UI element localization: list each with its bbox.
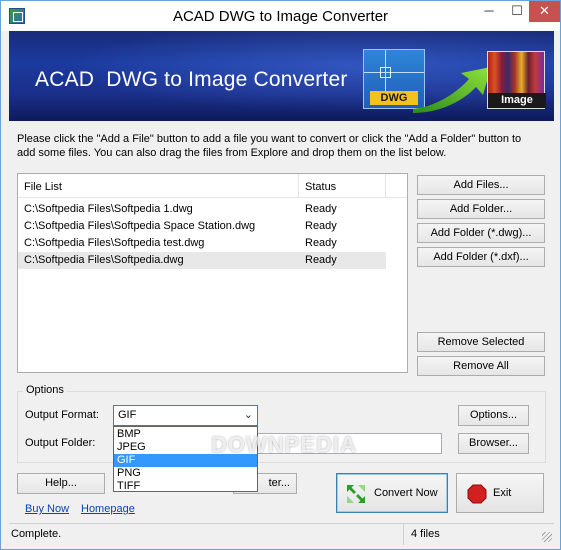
file-status: Ready (305, 203, 337, 215)
image-file-icon: Image (487, 51, 546, 109)
add-folder-dwg-button[interactable]: Add Folder (*.dwg)... (417, 223, 545, 243)
file-list-header: File List Status (18, 174, 407, 198)
close-button[interactable]: ✕ (529, 1, 560, 22)
remove-all-button[interactable]: Remove All (417, 356, 545, 376)
file-status: Ready (305, 237, 337, 249)
output-folder-label: Output Folder: (25, 437, 96, 449)
stop-sign-icon (467, 484, 487, 504)
convert-arrows-icon (347, 485, 365, 503)
status-bar: Complete. 4 files (9, 523, 554, 545)
options-button[interactable]: Options... (458, 405, 529, 426)
status-text: Complete. (9, 524, 404, 545)
table-row[interactable]: C:\Softpedia Files\Softpedia 1.dwg Ready (18, 201, 386, 218)
exit-button[interactable]: Exit (456, 473, 544, 513)
table-row[interactable]: C:\Softpedia Files\Softpedia.dwg Ready (18, 252, 386, 269)
format-option-tiff[interactable]: TIFF (114, 480, 257, 493)
watermark: DOWNPEDIA (211, 432, 357, 457)
file-path: C:\Softpedia Files\Softpedia 1.dwg (24, 203, 193, 215)
add-folder-button[interactable]: Add Folder... (417, 199, 545, 219)
file-path: C:\Softpedia Files\Softpedia test.dwg (24, 237, 205, 249)
image-label: Image (488, 93, 546, 108)
browse-button[interactable]: Browser... (458, 433, 529, 454)
resize-grip-icon[interactable] (542, 532, 552, 542)
file-path: C:\Softpedia Files\Softpedia.dwg (24, 254, 184, 266)
column-header-file-list[interactable]: File List (24, 181, 62, 193)
title-bar: ACAD DWG to Image Converter ─ ☐ ✕ (1, 1, 560, 31)
header-banner: ACAD DWG to Image Converter DWG Image (9, 31, 554, 121)
column-header-status[interactable]: Status (305, 181, 336, 193)
minimize-button[interactable]: ─ (475, 1, 503, 22)
file-list[interactable]: File List Status C:\Softpedia Files\Soft… (17, 173, 408, 373)
output-format-label: Output Format: (25, 409, 99, 421)
maximize-button[interactable]: ☐ (503, 1, 531, 22)
table-row[interactable]: C:\Softpedia Files\Softpedia Space Stati… (18, 218, 386, 235)
convert-now-button[interactable]: Convert Now (336, 473, 448, 513)
chevron-down-icon[interactable]: ⌄ (244, 408, 253, 421)
add-files-button[interactable]: Add Files... (417, 175, 545, 195)
file-status: Ready (305, 254, 337, 266)
options-group-label: Options (23, 384, 67, 396)
buy-now-link[interactable]: Buy Now (25, 503, 69, 515)
add-folder-dxf-button[interactable]: Add Folder (*.dxf)... (417, 247, 545, 267)
help-button[interactable]: Help... (17, 473, 105, 494)
output-format-value: GIF (118, 409, 137, 421)
banner-title: ACAD DWG to Image Converter (35, 68, 348, 91)
format-option-png[interactable]: PNG (114, 467, 257, 480)
remove-selected-button[interactable]: Remove Selected (417, 332, 545, 352)
conversion-arrow-icon (413, 67, 491, 113)
file-path: C:\Softpedia Files\Softpedia Space Stati… (24, 220, 256, 232)
table-row[interactable]: C:\Softpedia Files\Softpedia test.dwg Re… (18, 235, 386, 252)
instructions-text: Please click the "Add a File" button to … (17, 133, 522, 159)
file-status: Ready (305, 220, 337, 232)
homepage-link[interactable]: Homepage (81, 503, 135, 515)
output-format-select[interactable]: GIF ⌄ (113, 405, 258, 426)
main-window: ACAD DWG to Image Converter ─ ☐ ✕ ACAD D… (0, 0, 561, 550)
convert-now-label: Convert Now (374, 487, 438, 499)
file-count: 4 files (411, 528, 440, 540)
exit-label: Exit (493, 487, 512, 499)
